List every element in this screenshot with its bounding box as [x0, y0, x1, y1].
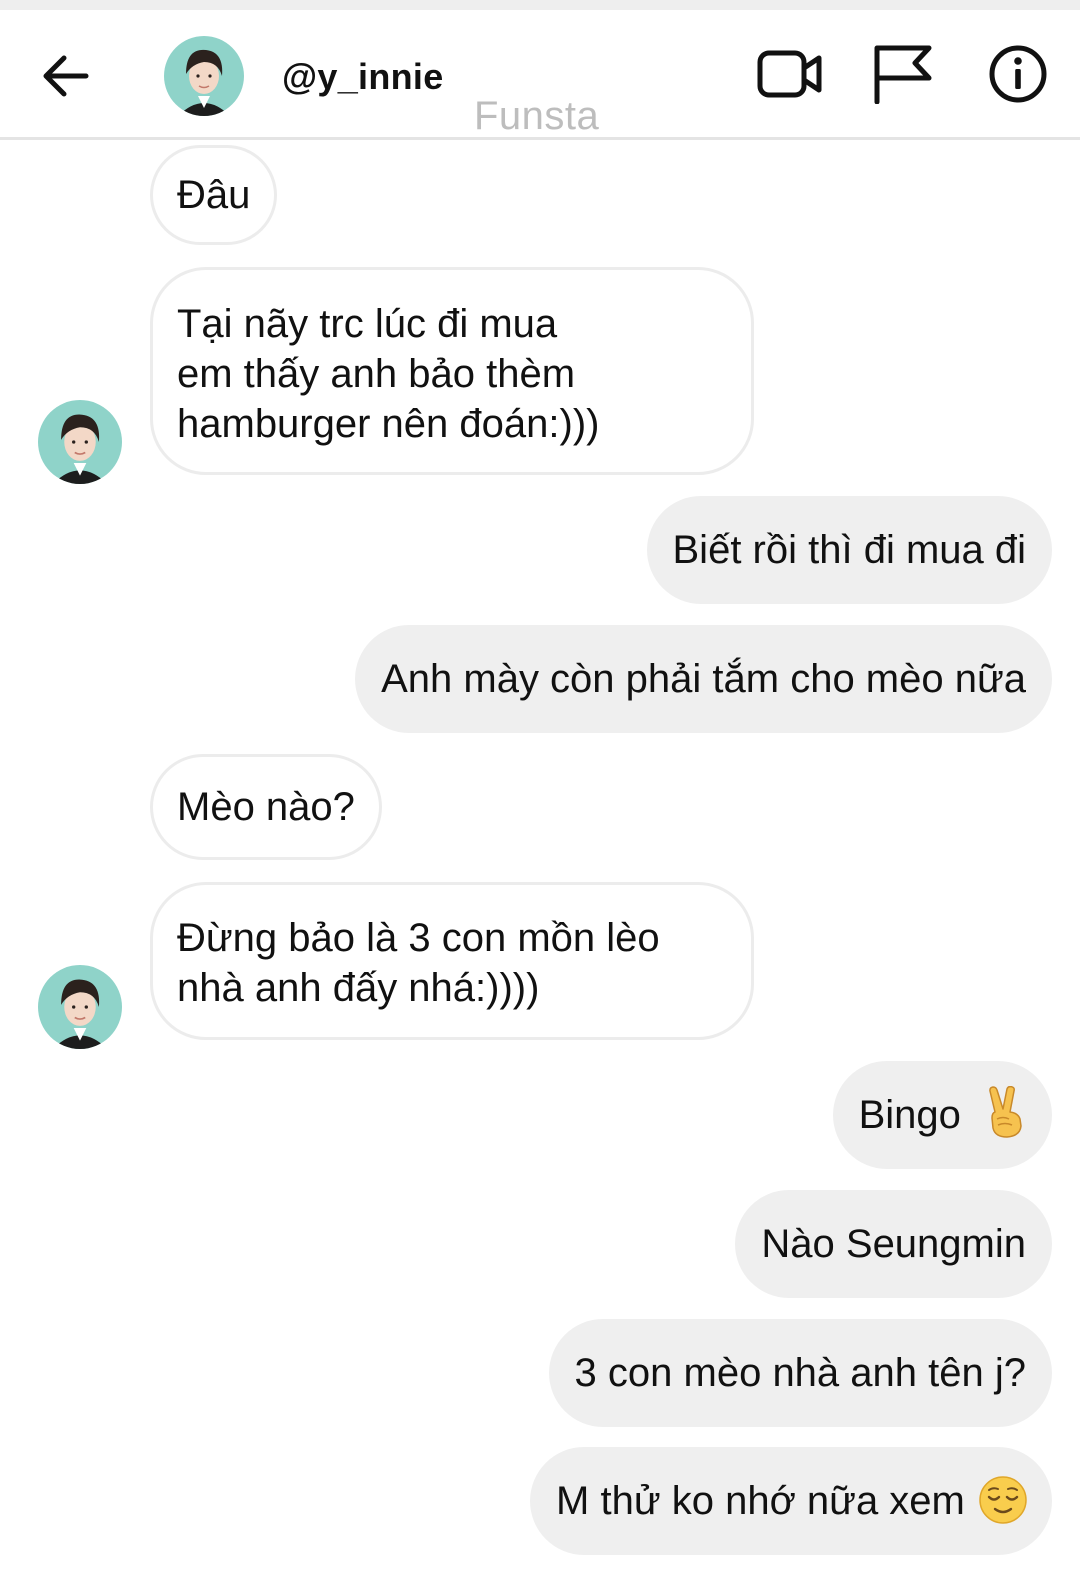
message-bubble-incoming[interactable]: Mèo nào? — [150, 754, 382, 860]
chat-header: @y_innie Funsta — [0, 10, 1080, 140]
victory-hand-emoji — [989, 1086, 1022, 1139]
message-text: Mèo nào? — [177, 785, 355, 829]
message-thread[interactable]: Đâu Tại nãy trc lúc đi mua em thấy anh b… — [0, 143, 1080, 1571]
message-text: Nào Seungmin — [761, 1222, 1026, 1266]
message-bubble-incoming[interactable]: Tại nãy trc lúc đi mua em thấy anh bảo t… — [150, 267, 754, 475]
report-button[interactable] — [868, 40, 936, 108]
chat-username[interactable]: @y_innie — [282, 56, 444, 98]
message-text: nhà anh đấy nhá:)))) — [177, 966, 540, 1010]
info-button[interactable] — [984, 40, 1052, 108]
message-text: Tại nãy trc lúc đi mua — [177, 302, 558, 346]
arrow-left-icon — [43, 55, 89, 97]
message-bubble-outgoing[interactable]: Biết rồi thì đi mua đi — [646, 496, 1052, 604]
message-bubble-outgoing[interactable]: Anh mày còn phải tắm cho mèo nữa — [355, 625, 1052, 733]
message-text: em thấy anh bảo thèm — [177, 352, 576, 396]
relieved-face-emoji — [979, 1476, 1027, 1525]
flag-icon — [874, 45, 932, 104]
message-bubble-incoming[interactable]: Đâu — [150, 145, 278, 245]
avatar[interactable] — [38, 400, 122, 484]
message-text: Bingo — [858, 1093, 961, 1137]
message-bubble-outgoing[interactable]: M thử ko nhớ nữa xem — [530, 1447, 1052, 1555]
profile-photo — [38, 400, 122, 484]
back-button[interactable] — [36, 48, 96, 104]
avatar[interactable] — [164, 36, 244, 116]
avatar[interactable] — [38, 965, 122, 1049]
message-text: Biết rồi thì đi mua đi — [672, 528, 1027, 572]
message-text: Đâu — [177, 173, 251, 217]
watermark-label: Funsta — [474, 94, 600, 138]
profile-photo — [38, 965, 122, 1049]
message-bubble-incoming[interactable]: Đừng bảo là 3 con mồn lèo nhà anh đấy nh… — [150, 882, 754, 1040]
info-icon — [989, 45, 1047, 103]
message-bubble-outgoing[interactable]: 3 con mèo nhà anh tên j? — [548, 1319, 1052, 1427]
message-text: hamburger nên đoán:))) — [177, 402, 600, 446]
video-call-button[interactable] — [756, 40, 824, 108]
message-text: M thử ko nhớ nữa xem — [556, 1479, 965, 1523]
message-text: 3 con mèo nhà anh tên j? — [574, 1351, 1026, 1395]
status-strip — [0, 0, 1080, 10]
message-bubble-outgoing[interactable]: Nào Seungmin — [735, 1190, 1052, 1298]
video-camera-icon — [757, 50, 822, 98]
message-bubble-outgoing[interactable]: Bingo — [832, 1061, 1052, 1169]
message-text: Đừng bảo là 3 con mồn lèo — [177, 916, 660, 960]
profile-photo — [164, 36, 244, 116]
message-text: Anh mày còn phải tắm cho mèo nữa — [381, 657, 1026, 701]
